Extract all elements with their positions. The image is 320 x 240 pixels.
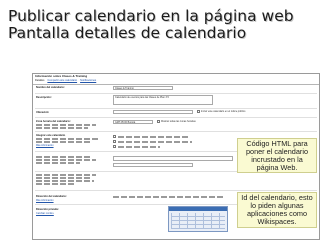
screen-header: Información sobre Clases & Training xyxy=(35,74,88,78)
slide-subtitle: Pantalla detalles de calendario xyxy=(8,24,247,42)
more-info-link[interactable]: Más información xyxy=(36,199,54,202)
slide-title: Publicar calendario en la página web xyxy=(8,7,294,25)
embed-help-text xyxy=(36,138,98,140)
row-divider xyxy=(35,131,317,132)
change-name-link[interactable]: Cambiar nombre xyxy=(36,212,54,215)
public-index-option: Incluir este calendario en el índice púb… xyxy=(201,110,246,113)
embed-option-text xyxy=(118,136,188,138)
embed-code-field[interactable] xyxy=(113,156,233,161)
location-field[interactable] xyxy=(113,110,193,114)
embed-option-text xyxy=(118,146,160,148)
calendar-name-label: Nombre del calendario: xyxy=(36,86,65,89)
description-field[interactable]: Calendario de eventos para las Clases de… xyxy=(113,95,213,105)
calendar-preview-grid xyxy=(171,213,225,229)
help-text xyxy=(36,180,94,182)
more-info-link[interactable]: Más información xyxy=(36,144,54,147)
time-zone-select[interactable]: GMT-05:00 Bogotá xyxy=(113,120,153,124)
location-label: Ubicación: xyxy=(36,111,50,114)
private-address-label: Dirección privada: xyxy=(36,208,59,211)
calendar-id-text xyxy=(113,196,223,198)
time-zone-help-text xyxy=(36,124,96,126)
row-divider xyxy=(35,190,317,191)
row-divider xyxy=(35,93,317,94)
show-all-timezones-checkbox[interactable] xyxy=(157,120,160,123)
callout-calendar-id: Id del calendario, esto lo piden algunas… xyxy=(237,192,317,228)
help-text xyxy=(36,156,92,158)
tab-notifications[interactable]: Notificaciones xyxy=(80,79,96,83)
help-text xyxy=(36,177,90,179)
tab-details[interactable]: Detalles xyxy=(35,79,44,83)
row-divider xyxy=(35,117,317,118)
settings-tabs: Detalles Compartir este calendario Notif… xyxy=(35,79,96,83)
row-divider xyxy=(35,108,317,109)
help-text xyxy=(36,183,76,185)
tab-share[interactable]: Compartir este calendario xyxy=(47,79,77,83)
calendar-preview xyxy=(168,206,228,232)
embed-option-checkbox[interactable] xyxy=(113,140,116,143)
callout-html-code: Código HTML para poner el calendario inc… xyxy=(237,138,317,173)
embed-size-field[interactable] xyxy=(113,163,193,167)
help-text xyxy=(36,162,80,164)
description-label: Descripción: xyxy=(36,96,52,99)
embed-option-text xyxy=(118,141,192,143)
calendar-address-label: Dirección del calendario: xyxy=(36,195,67,198)
embed-option-checkbox[interactable] xyxy=(113,145,116,148)
embed-help-text xyxy=(36,141,92,143)
embed-label: Integrar este calendario xyxy=(36,134,66,137)
calendar-name-field[interactable]: Clases & Training xyxy=(113,86,173,90)
help-text xyxy=(36,159,96,161)
header-divider xyxy=(33,84,319,85)
embed-option-checkbox[interactable] xyxy=(113,135,116,138)
time-zone-label: Zona horaria del calendario: xyxy=(36,120,71,123)
show-all-timezones-option: Mostrar todas las zonas horarias xyxy=(161,120,196,123)
time-zone-help-text xyxy=(36,127,88,129)
help-text xyxy=(36,174,96,176)
calendar-preview-header xyxy=(169,207,227,211)
public-index-checkbox[interactable] xyxy=(197,110,200,113)
description-text: Calendario de eventos para las Clases de… xyxy=(115,96,169,99)
